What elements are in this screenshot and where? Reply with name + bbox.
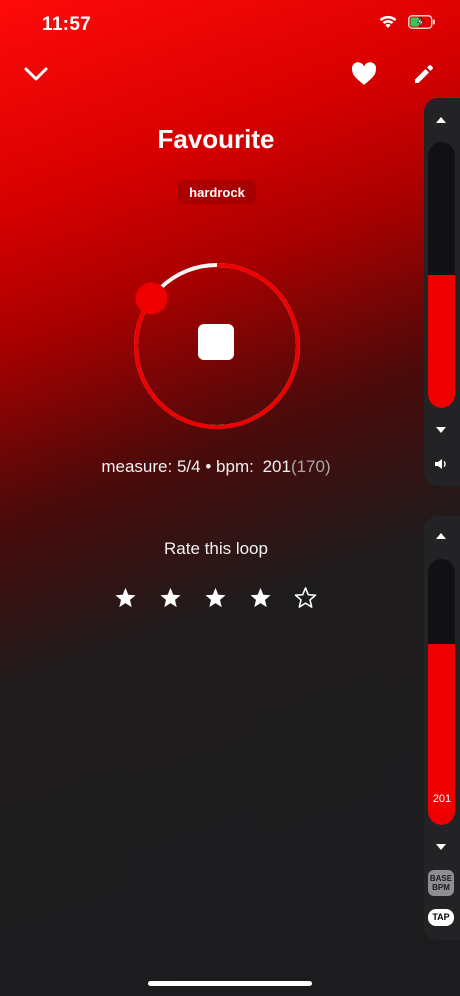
base-bpm-value: (170) [290,457,331,476]
loop-title: Favourite [157,124,275,154]
volume-down-arrow-icon[interactable] [435,426,447,434]
edit-button[interactable] [408,58,440,90]
measure-label: measure: [101,457,173,476]
volume-slider-fill [428,275,455,408]
volume-up-arrow-icon[interactable] [435,116,447,124]
speaker-icon [435,459,446,469]
bpm-up-arrow-icon[interactable] [435,532,447,540]
bpm-panel: 201 BASE BPM TAP [424,516,460,940]
battery-charging-icon [408,14,436,29]
star-filled-icon[interactable] [204,586,227,609]
star-filled-icon[interactable] [249,586,272,609]
stop-button[interactable] [198,324,234,360]
bpm-value: 201 [262,457,291,476]
progress-knob[interactable] [135,282,168,315]
tap-button[interactable]: TAP [428,909,454,926]
measure-value: 5/4 [176,457,201,476]
favourite-button[interactable] [348,58,380,90]
star-empty-icon[interactable] [294,586,317,609]
bpm-down-arrow-icon[interactable] [435,843,447,851]
bpm-slider-value: 201 [432,793,452,805]
star-filled-icon[interactable] [159,586,182,609]
status-icons [378,14,436,29]
bpm-label: bpm: [216,457,254,476]
volume-panel [424,98,460,486]
measure-bpm-info: measure: 5/4 • bpm: 201(170) [0,457,432,477]
chevron-down-icon [24,67,48,81]
rating-title: Rate this loop [164,539,268,558]
star-filled-icon[interactable] [114,586,137,609]
genre-tag[interactable]: hardrock [178,180,256,204]
home-indicator[interactable] [148,981,312,986]
pencil-icon [415,65,433,83]
info-separator: • [205,457,212,476]
wifi-icon [378,14,398,29]
rating-stars [114,586,317,609]
status-time: 11:57 [42,14,92,35]
volume-slider[interactable] [428,142,455,408]
collapse-button[interactable] [20,58,52,90]
base-bpm-button[interactable]: BASE BPM [428,870,454,896]
bpm-slider[interactable] [428,559,455,825]
heart-icon [351,62,377,85]
player-screen: 11:57 Favourite hardrock measure: 5/4 • … [0,0,460,996]
